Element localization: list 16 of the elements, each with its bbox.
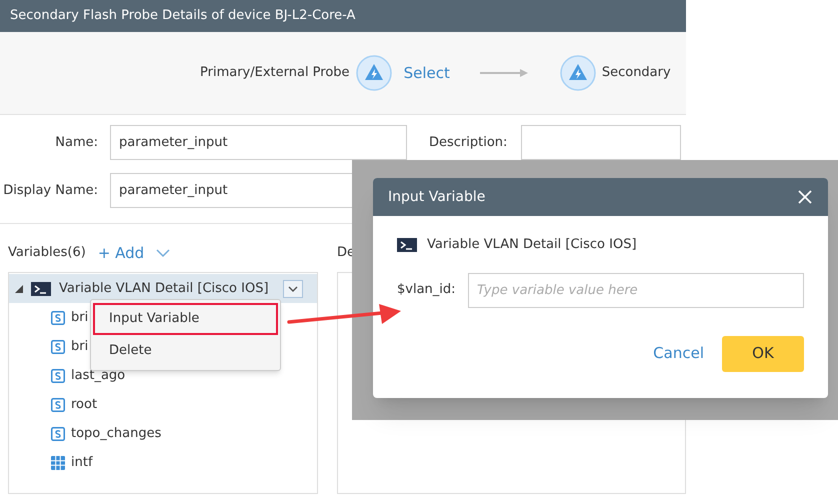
window-title: Secondary Flash Probe Details of device BJ-L2-Core-A [10,7,356,26]
tree-item-label: intf [71,454,93,472]
field-label: Description: [429,134,508,152]
tree-item-label: topo_changes [71,424,162,443]
section-title: Variables(6) [8,244,86,262]
tree-item-label: bri [71,308,88,327]
tree-item-label: root [71,396,98,414]
tree-item-label: Variable VLAN Detail [Cisco IOS] [59,280,269,298]
field-label: Name: [54,134,99,152]
step-label: Primary/External Probe [200,64,350,82]
field-label: Display Name: [2,182,99,200]
tree-item-label: last_ago [71,366,126,385]
step-label: Secondary [602,64,671,82]
tree-item-label: bri [71,338,88,356]
field-label: $vlan_id: [397,281,457,300]
variable-source: Variable VLAN Detail [Cisco IOS] [427,236,637,254]
